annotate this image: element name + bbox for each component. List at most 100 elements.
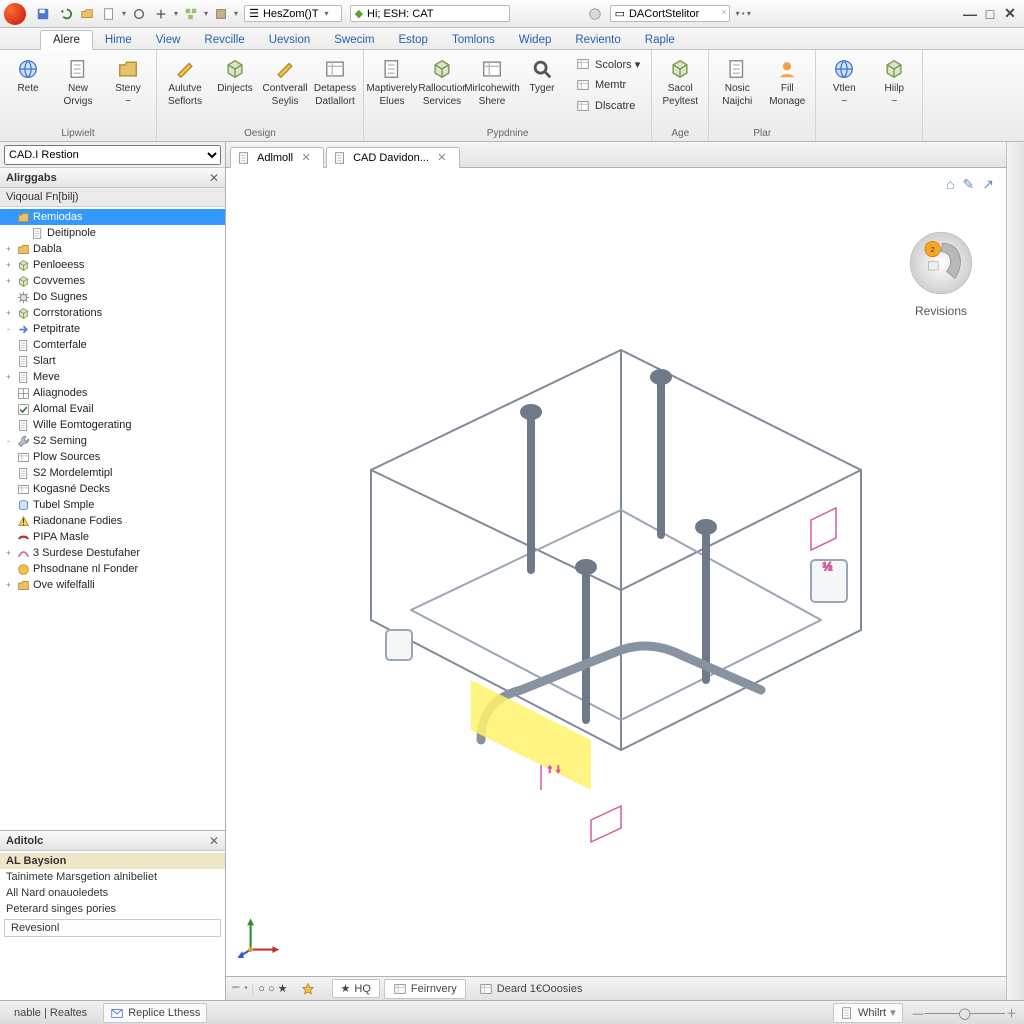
tree-node[interactable]: Slart bbox=[0, 353, 225, 369]
qat-caret3-icon[interactable]: ▾ bbox=[204, 9, 208, 18]
ribbon-button-detapess[interactable]: DetapessDatlallort bbox=[311, 52, 359, 112]
app-orb-icon[interactable] bbox=[4, 3, 26, 25]
viewcube[interactable]: 2 Revisions bbox=[896, 228, 986, 318]
ribbon-tab-hime[interactable]: Hime bbox=[93, 31, 144, 49]
info-item[interactable]: Revesionl bbox=[4, 919, 221, 937]
ribbon-tab-widep[interactable]: Widep bbox=[507, 31, 564, 49]
tree-node[interactable]: Wille Eomtogerating bbox=[0, 417, 225, 433]
ribbon-tab-tomlons[interactable]: Tomlons bbox=[440, 31, 507, 49]
ribbon-button-nosic[interactable]: NosicNaijchi bbox=[713, 52, 761, 112]
info-item[interactable]: Peterard singes pories bbox=[0, 901, 225, 917]
title-doc-1[interactable]: ☰ HesZom()T ▾ bbox=[244, 5, 342, 22]
info-item[interactable]: All Nard onauoledets bbox=[0, 885, 225, 901]
ribbon-small-dlscatre[interactable]: Dlscatre bbox=[568, 96, 647, 116]
zoom-slider[interactable]: — ─────◯───── ＋ bbox=[913, 1005, 1016, 1021]
viewport[interactable]: ⌂ ✎ ↗ 2 Revisions bbox=[226, 168, 1006, 976]
doc-tab[interactable]: CAD Davidon...✕ bbox=[326, 147, 460, 168]
qat-assembly-icon[interactable] bbox=[183, 6, 199, 22]
tree-node[interactable]: Alomal Evail bbox=[0, 401, 225, 417]
info-item[interactable]: AL Baysion bbox=[0, 853, 225, 869]
sheet-nav-left-icon[interactable]: ⭰ ◂ bbox=[232, 979, 247, 998]
ribbon-button-mirlcohewith[interactable]: MirlcohewithShere bbox=[468, 52, 516, 112]
ribbon-tab-uevsion[interactable]: Uevsion bbox=[257, 31, 323, 49]
qat-open-icon[interactable] bbox=[79, 6, 95, 22]
ribbon-button-dinjects[interactable]: Dinjects bbox=[211, 52, 259, 101]
title-doc-3[interactable]: ▭ DACortStelitor × bbox=[610, 5, 730, 22]
ribbon-button-new[interactable]: NewOrvigs bbox=[54, 52, 102, 112]
model-tree[interactable]: -RemiodasDeitipnole+Dabla+Penloeess+Covv… bbox=[0, 207, 225, 830]
tree-node[interactable]: Aliagnodes bbox=[0, 385, 225, 401]
ribbon-small-memtr[interactable]: Memtr bbox=[568, 75, 647, 95]
tree-node[interactable]: +Covvemes bbox=[0, 273, 225, 289]
tree-node[interactable]: Comterfale bbox=[0, 337, 225, 353]
tree-node[interactable]: +Ove wifelfalli bbox=[0, 577, 225, 593]
tree-node[interactable]: S2 Mordelemtipl bbox=[0, 465, 225, 481]
tree-node[interactable]: -S2 Seming bbox=[0, 433, 225, 449]
browser-filter[interactable]: Viqoual Fn[bilj) bbox=[0, 188, 225, 207]
home-view-icon[interactable]: ⌂ bbox=[946, 176, 954, 193]
window-maximize-button[interactable]: □ bbox=[980, 5, 1000, 23]
ribbon-button-sacol[interactable]: SacolPeyltest bbox=[656, 52, 704, 112]
ribbon-button-aulutve[interactable]: AulutveSeflorts bbox=[161, 52, 209, 112]
tree-node[interactable]: Phsodnane nl Fonder bbox=[0, 561, 225, 577]
viewcube-icon[interactable]: 2 bbox=[906, 228, 976, 298]
ribbon-button-fill[interactable]: FillMonage bbox=[763, 52, 811, 112]
ribbon-tab-alere[interactable]: Alere bbox=[40, 30, 93, 50]
sheet-tab[interactable] bbox=[292, 979, 328, 999]
ribbon-tab-swecim[interactable]: Swecim bbox=[322, 31, 386, 49]
qat-undo-icon[interactable] bbox=[57, 6, 73, 22]
qat-block-icon[interactable] bbox=[213, 6, 229, 22]
tree-node[interactable]: Deitipnole bbox=[0, 225, 225, 241]
tree-node[interactable]: Kogasné Decks bbox=[0, 481, 225, 497]
title-caret-icon[interactable]: ▾ ▪ ▾ bbox=[736, 9, 751, 18]
edit-view-icon[interactable]: ✎ bbox=[963, 176, 975, 193]
sheet-tools[interactable]: ○ ○ ★ bbox=[258, 982, 287, 995]
ribbon-button-maptiverely[interactable]: MaptiverelyElues bbox=[368, 52, 416, 112]
ribbon-tab-raple[interactable]: Raple bbox=[633, 31, 687, 49]
tree-node[interactable]: PIPA Masle bbox=[0, 529, 225, 545]
tree-node[interactable]: !Riadonane Fodies bbox=[0, 513, 225, 529]
tree-node[interactable]: +Dabla bbox=[0, 241, 225, 257]
qat-action2-icon[interactable] bbox=[153, 6, 169, 22]
ribbon-button-vtlen[interactable]: Vtlen~ bbox=[820, 52, 868, 112]
ribbon-button-tyger[interactable]: Tyger bbox=[518, 52, 566, 101]
sheet-tab[interactable]: Feirnvery bbox=[384, 979, 466, 999]
qat-caret2-icon[interactable]: ▾ bbox=[174, 9, 178, 18]
ribbon-tab-reviento[interactable]: Reviento bbox=[563, 31, 632, 49]
info-item[interactable]: Tainimete Marsgetion alnibeliet bbox=[0, 869, 225, 885]
tree-node[interactable]: Plow Sources bbox=[0, 449, 225, 465]
window-minimize-button[interactable]: — bbox=[960, 5, 980, 23]
tree-node[interactable]: +Meve bbox=[0, 369, 225, 385]
qat-caret4-icon[interactable]: ▾ bbox=[234, 9, 238, 18]
status-segment[interactable]: Replice Lthess bbox=[103, 1003, 207, 1023]
tree-node[interactable]: +Penloeess bbox=[0, 257, 225, 273]
ribbon-small-scolors[interactable]: Scolors ▾ bbox=[568, 54, 647, 74]
sheet-tab[interactable]: Deard 1€Ooosies bbox=[470, 979, 592, 999]
nav-view-icon[interactable]: ↗ bbox=[982, 176, 994, 193]
close-icon[interactable]: ✕ bbox=[435, 151, 449, 165]
doc-tab[interactable]: Adlmoll✕ bbox=[230, 147, 324, 168]
tree-node[interactable]: Tubel Smple bbox=[0, 497, 225, 513]
clear-icon[interactable]: × bbox=[721, 7, 726, 17]
close-icon[interactable]: ✕ bbox=[299, 151, 313, 165]
status-segment[interactable]: Whilrt▾ bbox=[833, 1003, 903, 1023]
ribbon-button-contverall[interactable]: ContverallSeylis bbox=[261, 52, 309, 112]
qat-action1-icon[interactable] bbox=[131, 6, 147, 22]
tree-node[interactable]: +3 Surdese Destufaher bbox=[0, 545, 225, 561]
ribbon-tab-estop[interactable]: Estop bbox=[387, 31, 440, 49]
tree-node[interactable]: -Petpitrate bbox=[0, 321, 225, 337]
info-panel-close-icon[interactable]: ✕ bbox=[209, 834, 219, 848]
ribbon-tab-view[interactable]: View bbox=[144, 31, 193, 49]
status-segment[interactable]: nable | Realtes bbox=[8, 1005, 93, 1021]
title-doc-2[interactable]: ◆ Hi; ESH: CAT bbox=[350, 5, 510, 22]
scope-select[interactable]: CAD.I Restion bbox=[4, 145, 221, 165]
tree-node[interactable]: -Remiodas bbox=[0, 209, 225, 225]
qat-file-icon[interactable] bbox=[101, 6, 117, 22]
tree-node[interactable]: Do Sugnes bbox=[0, 289, 225, 305]
ribbon-button-hiilp[interactable]: Hiilp~ bbox=[870, 52, 918, 112]
ribbon-button-rallocutior[interactable]: RallocutiorServices bbox=[418, 52, 466, 112]
ribbon-button-rete[interactable]: Rete bbox=[4, 52, 52, 101]
sheet-tab[interactable]: ★HQ bbox=[332, 979, 380, 998]
qat-dropdown-caret-icon[interactable]: ▾ bbox=[122, 9, 126, 18]
tree-node[interactable]: +Corrstorations bbox=[0, 305, 225, 321]
